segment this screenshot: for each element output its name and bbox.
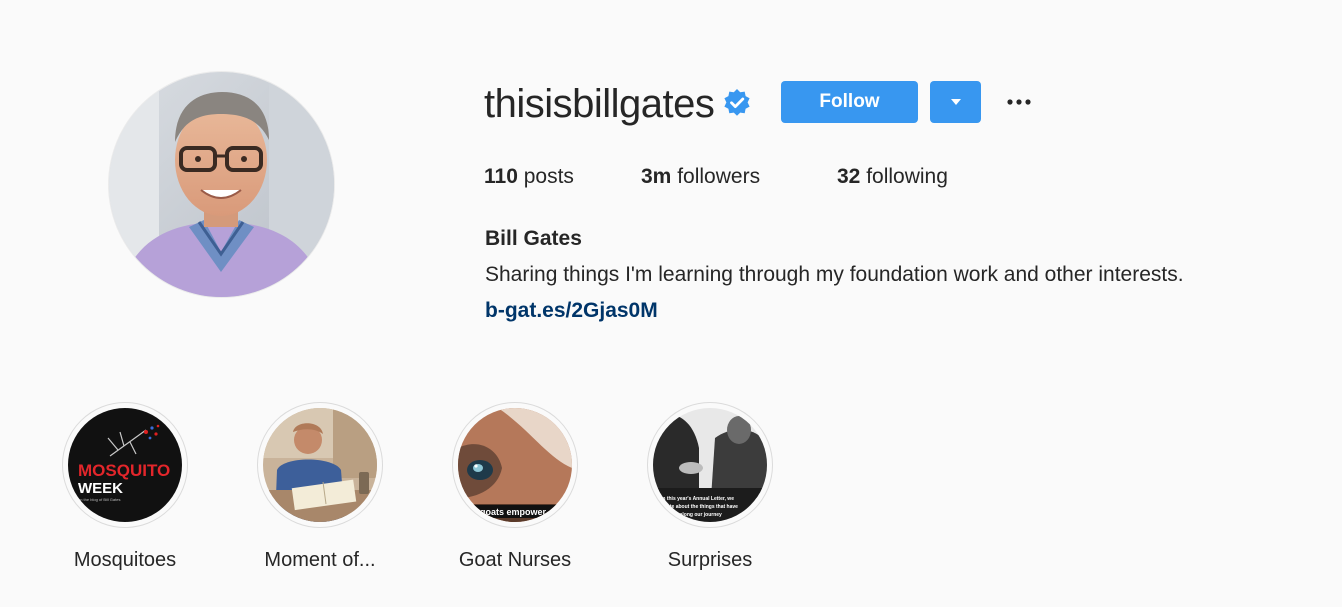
profile-website-link[interactable]: b-gat.es/2Gjas0M xyxy=(485,296,658,326)
followers-label: followers xyxy=(677,165,761,188)
profile-avatar[interactable] xyxy=(109,72,334,297)
highlight-label: Mosquitoes xyxy=(73,549,177,571)
more-options-button[interactable] xyxy=(1004,88,1034,116)
cover-caption-line1: In this year's Annual Letter, we xyxy=(661,496,734,502)
highlight-label: Surprises xyxy=(667,549,753,571)
profile-username: thisisbillgates xyxy=(484,82,715,126)
suggested-dropdown-button[interactable] xyxy=(930,81,981,123)
highlight-cover: g goats empower xyxy=(458,408,572,522)
cover-title-line2: WEEK xyxy=(78,480,123,497)
highlight-label: Goat Nurses xyxy=(458,549,572,571)
cover-caption-line3: ised us along our journey xyxy=(661,512,722,518)
profile-page: thisisbillgates Follow 110 posts 3m foll… xyxy=(0,0,1342,607)
posts-label: posts xyxy=(523,165,574,188)
following-link[interactable]: 32 following xyxy=(837,162,948,192)
follow-button[interactable]: Follow xyxy=(781,81,918,123)
following-label: following xyxy=(866,165,948,188)
highlight-ring: In this year's Annual Letter, we wrote a… xyxy=(647,402,773,528)
followers-number: 3m xyxy=(641,165,672,188)
profile-full-name: Bill Gates xyxy=(485,227,582,250)
cover-subtitle: on the blog of Bill Gates xyxy=(78,497,120,502)
profile-bio: Sharing things I'm learning through my f… xyxy=(485,263,1184,286)
posts-count: 110 posts xyxy=(484,162,574,192)
highlight-cover: MOSQUITO WEEK on the blog of Bill Gates xyxy=(68,408,182,522)
posts-number: 110 xyxy=(484,165,518,188)
cover-title-line1: MOSQUITO xyxy=(78,461,170,480)
following-number: 32 xyxy=(837,165,861,188)
cover-caption: g goats empower xyxy=(472,507,547,517)
highlight-ring: g goats empower xyxy=(452,402,578,528)
highlight-label: Moment of... xyxy=(264,549,376,571)
highlight-ring: MOSQUITO WEEK on the blog of Bill Gates xyxy=(62,402,188,528)
highlight-ring xyxy=(257,402,383,528)
avatar-image xyxy=(109,72,334,297)
highlight-cover: In this year's Annual Letter, we wrote a… xyxy=(653,408,767,522)
highlight-cover xyxy=(263,408,377,522)
cover-caption-line2: wrote about the things that have xyxy=(660,504,738,510)
more-horizontal-icon xyxy=(1007,99,1031,105)
followers-link[interactable]: 3m followers xyxy=(641,162,760,192)
verified-badge-icon xyxy=(722,88,752,118)
caret-down-icon xyxy=(950,99,961,105)
